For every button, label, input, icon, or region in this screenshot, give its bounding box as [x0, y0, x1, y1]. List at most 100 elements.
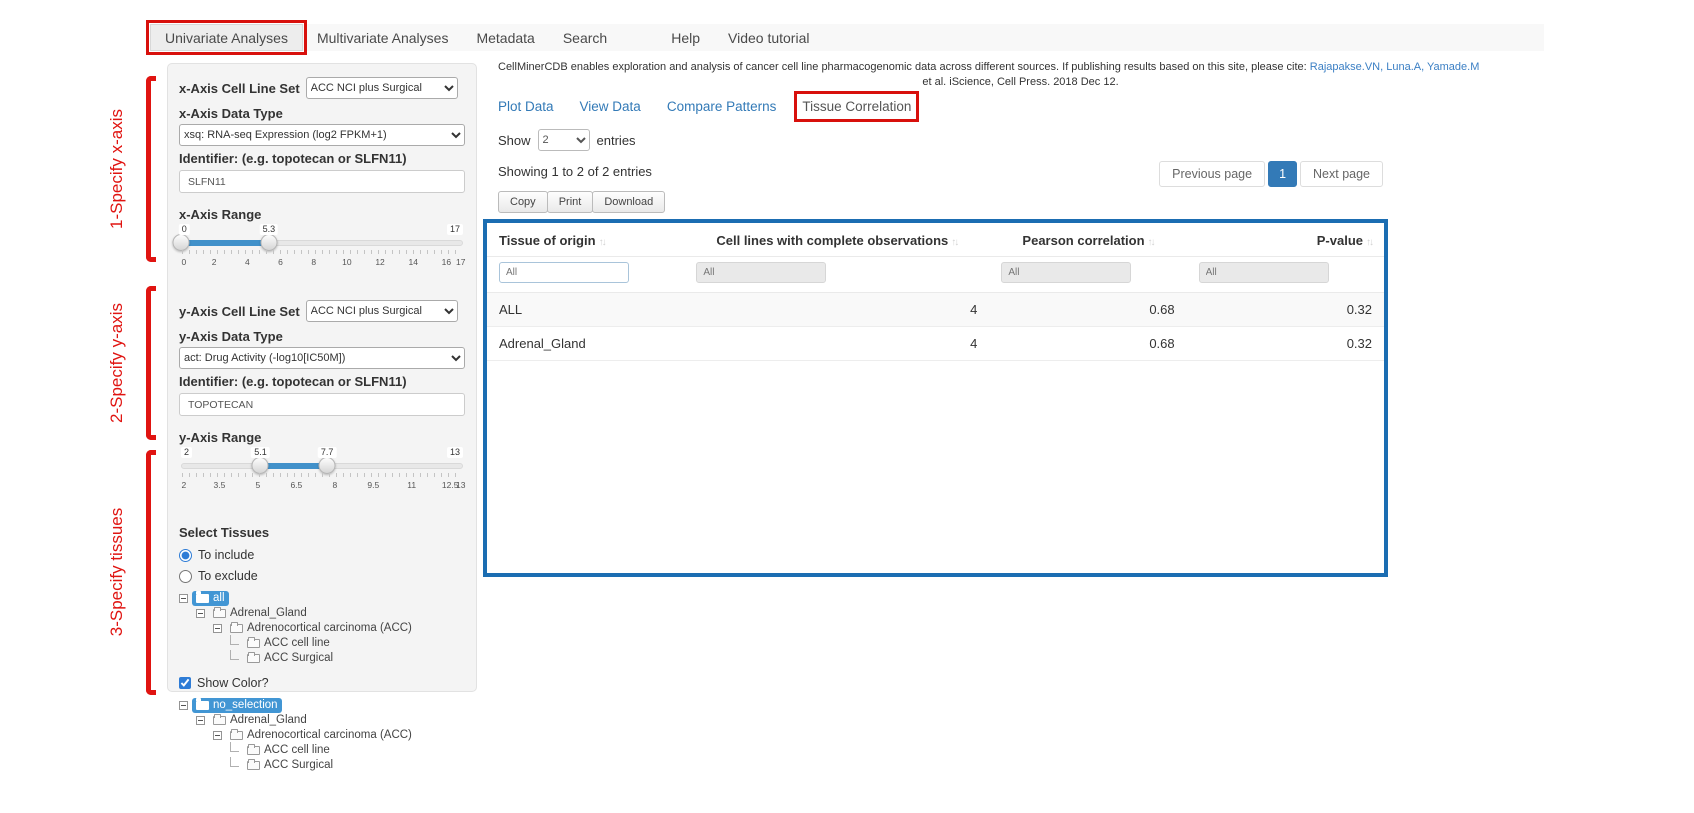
tab-bar: Plot Data View Data Compare Patterns Tissue… [498, 99, 1543, 114]
y-range-slider[interactable]: 2135.17.723.556.589.51112.513 [181, 447, 463, 499]
next-page-button[interactable]: Next page [1300, 161, 1383, 187]
nav-item-multivariate-analyses[interactable]: Multivariate Analyses [303, 24, 463, 51]
tree-node-chip[interactable]: ACC Surgical [243, 758, 337, 773]
y-cell-line-set-select[interactable]: ACC NCI plus Surgical [306, 300, 458, 322]
tree-node-chip[interactable]: Adrenal_Gland [209, 606, 311, 621]
tree-node-chip[interactable]: ACC cell line [243, 743, 334, 758]
slider-handle-from[interactable] [252, 457, 269, 474]
y-data-type-select[interactable]: act: Drug Activity (-log10[IC50M]) [179, 347, 465, 369]
tree-node-chip[interactable]: Adrenocortical carcinoma (ACC) [226, 728, 416, 743]
tree-node-all[interactable]: all [179, 591, 465, 606]
tissue-select-tree: allAdrenal_Gland Adrenocortical carcinoma… [179, 591, 465, 666]
tab-tissue-correlation[interactable]: Tissue Correlation [802, 99, 911, 114]
filter-input-cell-lines-with-complete-observations[interactable] [696, 262, 826, 283]
nav-item-metadata[interactable]: Metadata [462, 24, 548, 51]
sort-icon[interactable]: ↑↓ [1148, 237, 1154, 248]
tree-node-acc-cell-line[interactable]: ACC cell line [179, 636, 465, 651]
slider-handle-from[interactable] [173, 234, 190, 251]
sidebar: x-Axis Cell Line Set ACC NCI plus Surgic… [167, 63, 477, 692]
show-color-checkbox[interactable] [179, 677, 191, 689]
tree-node-label: ACC Surgical [264, 652, 333, 664]
tree-node-adrenal-gland[interactable]: Adrenal_Gland [179, 606, 465, 621]
sort-icon[interactable]: ↑↓ [951, 237, 957, 248]
y-identifier-input[interactable] [179, 393, 465, 416]
tree-node-chip[interactable]: all [192, 591, 229, 606]
exclude-radio[interactable] [179, 570, 192, 583]
download-button[interactable]: Download [592, 191, 665, 213]
include-radio-label: To include [198, 548, 254, 562]
tree-node-no-selection[interactable]: no_selection [179, 698, 465, 713]
filter-input-pearson-correlation[interactable] [1001, 262, 1131, 283]
slider-value-label: 0 [179, 224, 190, 235]
copy-button[interactable]: Copy [498, 191, 548, 213]
tree-node-chip[interactable]: Adrenocortical carcinoma (ACC) [226, 621, 416, 636]
tree-node-adrenocortical-carcinoma-acc[interactable]: Adrenocortical carcinoma (ACC) [179, 728, 465, 743]
table-row-all[interactable]: ALL40.680.32 [487, 293, 1384, 327]
tree-collapse-icon[interactable] [196, 609, 205, 618]
column-header-pearson-correlation[interactable]: Pearson correlation↑↓ [989, 223, 1186, 257]
x-cell-line-set-select[interactable]: ACC NCI plus Surgical [306, 77, 458, 99]
sort-icon[interactable]: ↑↓ [599, 237, 605, 248]
x-data-type-select[interactable]: xsq: RNA-seq Expression (log2 FPKM+1) [179, 124, 465, 146]
tree-node-label: no_selection [213, 699, 278, 711]
include-radio[interactable] [179, 549, 192, 562]
filter-input-p-value[interactable] [1199, 262, 1329, 283]
slider-max-label: 17 [447, 224, 463, 235]
export-button-group: CopyPrintDownload [498, 191, 1543, 213]
slider-tick-label: 13 [456, 480, 465, 490]
x-identifier-input[interactable] [179, 170, 465, 193]
nav-item-search[interactable]: Search [549, 24, 621, 51]
x-data-type-label: x-Axis Data Type [179, 106, 465, 121]
tree-collapse-icon[interactable] [213, 731, 222, 740]
folder-icon [196, 594, 209, 603]
tree-collapse-icon[interactable] [179, 701, 188, 710]
folder-icon [247, 639, 260, 648]
citation-authors-link[interactable]: Rajapakse.VN, Luna.A, Yamade.M [1310, 61, 1480, 73]
tree-node-chip[interactable]: no_selection [192, 698, 282, 713]
table-row-adrenal-gland[interactable]: Adrenal_Gland40.680.32 [487, 327, 1384, 361]
table-filter-row [487, 257, 1384, 293]
print-button[interactable]: Print [547, 191, 594, 213]
column-header-p-value[interactable]: P-value↑↓ [1187, 223, 1384, 257]
tree-collapse-icon[interactable] [213, 624, 222, 633]
sort-icon[interactable]: ↑↓ [1366, 237, 1372, 248]
slider-tick-label: 0 [181, 257, 186, 267]
radio-row-exclude[interactable]: To exclude [179, 569, 465, 583]
tree-node-acc-surgical[interactable]: ACC Surgical [179, 651, 465, 666]
tree-node-adrenocortical-carcinoma-acc[interactable]: Adrenocortical carcinoma (ACC) [179, 621, 465, 636]
column-header-tissue-of-origin[interactable]: Tissue of origin↑↓ [487, 223, 684, 257]
nav-item-help[interactable]: Help [657, 24, 714, 51]
filter-input-tissue-of-origin[interactable] [499, 262, 629, 283]
tab-compare-patterns[interactable]: Compare Patterns [667, 99, 777, 114]
folder-icon [196, 701, 209, 710]
tree-node-acc-cell-line[interactable]: ACC cell line [179, 743, 465, 758]
slider-handle-to[interactable] [319, 457, 336, 474]
tree-leaf-connector [230, 650, 239, 660]
page-number-button[interactable]: 1 [1268, 161, 1297, 187]
slider-handle-to[interactable] [260, 234, 277, 251]
tab-plot-data[interactable]: Plot Data [498, 99, 554, 114]
tree-collapse-icon[interactable] [196, 716, 205, 725]
folder-icon [247, 761, 260, 770]
tree-collapse-icon[interactable] [179, 594, 188, 603]
tree-node-acc-surgical[interactable]: ACC Surgical [179, 758, 465, 773]
tree-node-chip[interactable]: Adrenal_Gland [209, 713, 311, 728]
tab-view-data[interactable]: View Data [580, 99, 641, 114]
x-range-slider[interactable]: 1705.3024681012141617 [181, 224, 463, 276]
nav-item-video-tutorial[interactable]: Video tutorial [714, 24, 823, 51]
tree-node-label: Adrenal_Gland [230, 714, 307, 726]
radio-row-include[interactable]: To include [179, 548, 465, 562]
tree-node-chip[interactable]: ACC cell line [243, 636, 334, 651]
citation-journal-link[interactable]: et al. iScience, Cell Press. 2018 Dec 12… [922, 76, 1118, 88]
tree-node-label: Adrenal_Gland [230, 607, 307, 619]
slider-tick-label: 11 [407, 480, 416, 490]
tree-node-chip[interactable]: ACC Surgical [243, 651, 337, 666]
entries-count-select[interactable]: 2 [538, 129, 590, 151]
nav-item-univariate-analyses[interactable]: Univariate Analyses [150, 24, 303, 51]
tree-node-adrenal-gland[interactable]: Adrenal_Gland [179, 713, 465, 728]
column-header-cell-lines-with-complete-observations[interactable]: Cell lines with complete observations↑↓ [684, 223, 989, 257]
previous-page-button[interactable]: Previous page [1159, 161, 1265, 187]
show-color-row[interactable]: Show Color? [179, 676, 465, 690]
slider-active-bar [181, 240, 269, 246]
x-identifier-label: Identifier: (e.g. topotecan or SLFN11) [179, 151, 465, 166]
